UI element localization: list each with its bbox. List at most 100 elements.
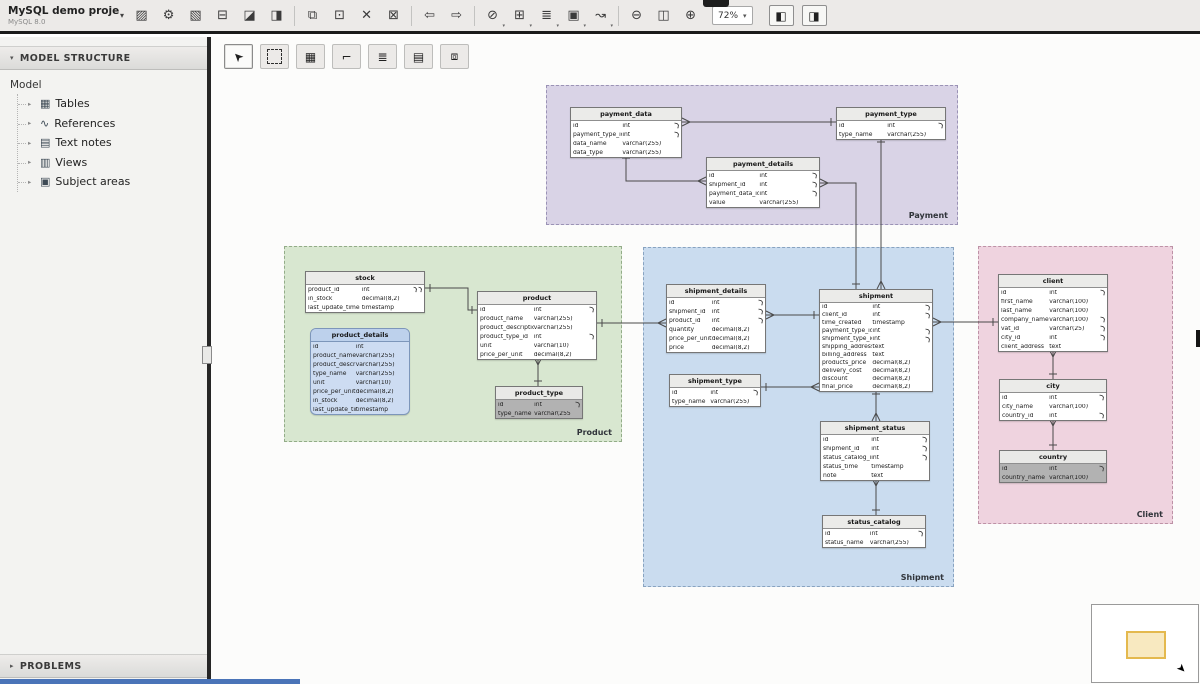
table-row[interactable]: idint bbox=[571, 121, 681, 130]
table-row[interactable]: idint bbox=[1000, 464, 1106, 473]
toggle-right-panel-button[interactable]: ◨ bbox=[802, 5, 827, 26]
table-row[interactable]: data_namevarchar(255) bbox=[571, 139, 681, 148]
table-payment_type[interactable]: payment_typeidinttype_namevarchar(255) bbox=[836, 107, 946, 140]
table-row[interactable]: shipment_idint bbox=[667, 307, 765, 316]
table-row[interactable]: first_namevarchar(100) bbox=[999, 297, 1107, 306]
zoom-out-icon[interactable]: ⊖ bbox=[623, 3, 650, 29]
table-row[interactable]: country_idint bbox=[1000, 411, 1106, 420]
table-row[interactable]: final_pricedecimal(8,2) bbox=[820, 383, 932, 391]
table-row[interactable]: delivery_costdecimal(8,2) bbox=[820, 367, 932, 375]
relation-tool-icon[interactable]: ↝ bbox=[587, 3, 614, 29]
export-image-icon[interactable]: ▧ bbox=[182, 3, 209, 29]
table-row[interactable]: price_per_unitdecimal(8,2) bbox=[311, 387, 409, 396]
table-row[interactable]: data_typevarchar(255) bbox=[571, 148, 681, 157]
table-product[interactable]: productidintproduct_namevarchar(255)prod… bbox=[477, 291, 597, 360]
expand-caret-icon[interactable]: ▸ bbox=[28, 100, 35, 108]
table-row[interactable]: idint bbox=[311, 342, 409, 351]
sidebar-item-tables[interactable]: ▸▦Tables bbox=[18, 94, 207, 114]
add-note-tool[interactable]: ▤ bbox=[404, 44, 433, 69]
table-row[interactable]: status_timetimestamp bbox=[821, 462, 929, 471]
table-row[interactable]: type_namevarchar(255) bbox=[837, 130, 945, 139]
table-row[interactable]: idint bbox=[478, 305, 596, 314]
sidebar-splitter-handle[interactable] bbox=[202, 346, 212, 364]
table-row[interactable]: product_idint bbox=[667, 316, 765, 325]
table-row[interactable]: product_descriptionvarchar(255) bbox=[311, 360, 409, 369]
paste-icon[interactable]: ⊡ bbox=[326, 3, 353, 29]
sidebar-item-subject-areas[interactable]: ▸▣Subject areas bbox=[18, 172, 207, 192]
table-status_catalog[interactable]: status_catalogidintstatus_namevarchar(25… bbox=[822, 515, 926, 548]
relationship-stock-product[interactable] bbox=[425, 288, 477, 310]
table-row[interactable]: idint bbox=[837, 121, 945, 130]
table-row[interactable]: payment_type_idint bbox=[571, 130, 681, 139]
table-row[interactable]: discountdecimal(8,2) bbox=[820, 375, 932, 383]
table-row[interactable]: idint bbox=[820, 303, 932, 311]
table-row[interactable]: quantitydecimal(8,2) bbox=[667, 325, 765, 334]
expand-caret-icon[interactable]: ▸ bbox=[28, 158, 35, 166]
expand-caret-icon[interactable]: ▸ bbox=[28, 139, 35, 147]
table-row[interactable]: idint bbox=[823, 529, 925, 538]
table-row[interactable]: type_namevarchar(255) bbox=[670, 397, 760, 406]
shape-tool-icon[interactable]: ⊘ bbox=[479, 3, 506, 29]
table-client[interactable]: clientidintfirst_namevarchar(100)last_na… bbox=[998, 274, 1108, 352]
table-row[interactable]: last_namevarchar(100) bbox=[999, 306, 1107, 315]
table-row[interactable]: time_createdtimestamp bbox=[820, 319, 932, 327]
table-row[interactable]: shipment_type_idint bbox=[820, 335, 932, 343]
diagram-canvas[interactable]: ➤▦⌐≣▤⧈ ➤ PaymentProductShipmentClientpay… bbox=[211, 37, 1200, 684]
table-row[interactable]: last_update_timetimestamp bbox=[306, 303, 424, 312]
table-payment_data[interactable]: payment_dataidintpayment_type_idintdata_… bbox=[570, 107, 682, 158]
collapsed-panel-tab[interactable] bbox=[703, 0, 729, 7]
table-city[interactable]: cityidintcity_namevarchar(100)country_id… bbox=[999, 379, 1107, 421]
table-row[interactable]: shipment_idint bbox=[707, 180, 819, 189]
table-row[interactable]: pricedecimal(8,2) bbox=[667, 343, 765, 352]
table-row[interactable]: country_namevarchar(100) bbox=[1000, 473, 1106, 482]
table-row[interactable]: company_namevarchar(100) bbox=[999, 315, 1107, 324]
print-icon[interactable]: ⊟ bbox=[209, 3, 236, 29]
copy-icon[interactable]: ⧉ bbox=[299, 3, 326, 29]
problems-header[interactable]: ▸ PROBLEMS bbox=[0, 654, 207, 678]
table-row[interactable]: type_namevarchar(255) bbox=[311, 369, 409, 378]
view-tool-icon[interactable]: ≣ bbox=[533, 3, 560, 29]
add-table-tool[interactable]: ▦ bbox=[296, 44, 325, 69]
table-country[interactable]: countryidintcountry_namevarchar(100) bbox=[999, 450, 1107, 483]
sidebar-item-views[interactable]: ▸▥Views bbox=[18, 153, 207, 173]
zoom-in-icon[interactable]: ⊕ bbox=[677, 3, 704, 29]
table-row[interactable]: product_type_idint bbox=[478, 332, 596, 341]
table-row[interactable]: unitvarchar(10) bbox=[478, 341, 596, 350]
table-row[interactable]: vat_idvarchar(25) bbox=[999, 324, 1107, 333]
table-shipment_details[interactable]: shipment_detailsidintshipment_idintprodu… bbox=[666, 284, 766, 353]
pdf-report-icon[interactable]: ◪ bbox=[236, 3, 263, 29]
trash-icon[interactable]: ⊠ bbox=[380, 3, 407, 29]
delete-icon[interactable]: ✕ bbox=[353, 3, 380, 29]
table-row[interactable]: client_idint bbox=[820, 311, 932, 319]
table-row[interactable]: last_update_timetimestamp bbox=[311, 405, 409, 414]
zoom-level-select[interactable]: 72% ▾ bbox=[712, 6, 753, 25]
expand-caret-icon[interactable]: ▸ bbox=[28, 178, 35, 186]
table-row[interactable]: valuevarchar(255) bbox=[707, 198, 819, 207]
project-menu-caret-icon[interactable]: ▾ bbox=[120, 11, 124, 20]
project-title-block[interactable]: MySQL demo proje... MySQL 8.0 bbox=[0, 5, 120, 26]
gear-icon[interactable]: ⚙ bbox=[155, 3, 182, 29]
table-row[interactable]: price_per_unitdecimal(8,2) bbox=[478, 350, 596, 359]
table-row[interactable]: notetext bbox=[821, 471, 929, 480]
table-row[interactable]: in_stockdecimal(8,2) bbox=[306, 294, 424, 303]
table-shipment_status[interactable]: shipment_statusidintshipment_idintstatus… bbox=[820, 421, 930, 481]
duplicate-tool-icon[interactable]: ▣ bbox=[560, 3, 587, 29]
table-row[interactable]: client_addresstext bbox=[999, 342, 1107, 351]
table-row[interactable]: status_namevarchar(255) bbox=[823, 538, 925, 547]
add-subject-area-tool[interactable]: ⧈ bbox=[440, 44, 469, 69]
undo-icon[interactable]: ⇦ bbox=[416, 3, 443, 29]
table-row[interactable]: type_namevarchar(255) bbox=[496, 409, 582, 418]
table-row[interactable]: in_stockdecimal(8,2) bbox=[311, 396, 409, 405]
table-row[interactable]: billing_addresstext bbox=[820, 351, 932, 359]
marquee-select-tool[interactable] bbox=[260, 44, 289, 69]
sidebar-item-references[interactable]: ▸∿References bbox=[18, 114, 207, 134]
table-tool-icon[interactable]: ⊞ bbox=[506, 3, 533, 29]
add-view-tool[interactable]: ≣ bbox=[368, 44, 397, 69]
redo-icon[interactable]: ⇨ bbox=[443, 3, 470, 29]
table-row[interactable]: city_namevarchar(100) bbox=[1000, 402, 1106, 411]
table-row[interactable]: product_descriptionvarchar(255) bbox=[478, 323, 596, 332]
table-stock[interactable]: stockproduct_idintin_stockdecimal(8,2)la… bbox=[305, 271, 425, 313]
table-row[interactable]: idint bbox=[999, 288, 1107, 297]
table-row[interactable]: idint bbox=[496, 400, 582, 409]
model-structure-header[interactable]: ▾ MODEL STRUCTURE bbox=[0, 46, 207, 70]
